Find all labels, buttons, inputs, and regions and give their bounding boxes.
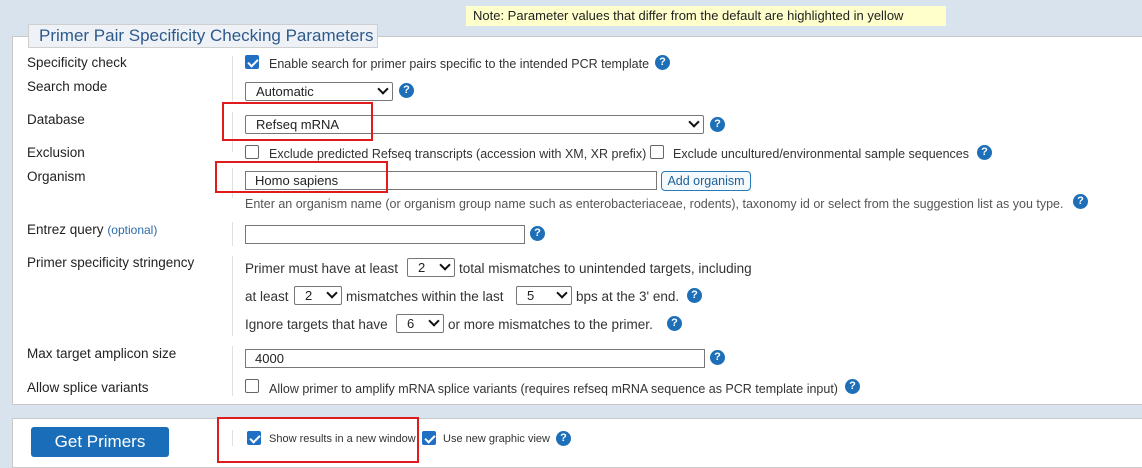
help-icon[interactable]: ?: [845, 379, 860, 394]
help-icon[interactable]: ?: [399, 83, 414, 98]
splice-variants-label: Allow splice variants: [27, 380, 149, 395]
column-divider: [232, 346, 233, 396]
search-mode-value: Automatic: [256, 84, 314, 99]
default-highlight-note: Note: Parameter values that differ from …: [466, 6, 946, 26]
stringency-line1-suffix: total mismatches to unintended targets, …: [459, 261, 752, 276]
chevron-down-icon: [428, 315, 440, 327]
get-primers-button[interactable]: Get Primers: [31, 427, 169, 457]
splice-variants-checkbox[interactable]: [245, 379, 259, 393]
stringency-label: Primer specificity stringency: [27, 255, 195, 270]
stringency-line3-prefix: Ignore targets that have: [245, 317, 388, 332]
stringency-line2-middle: mismatches within the last: [346, 289, 504, 304]
chevron-down-icon: [326, 287, 338, 299]
ignore-targets-select[interactable]: 6: [396, 314, 444, 333]
splice-variants-text: Allow primer to amplify mRNA splice vari…: [269, 382, 838, 396]
database-label: Database: [27, 112, 85, 127]
stringency-line1-prefix: Primer must have at least: [245, 261, 399, 276]
amplicon-size-input[interactable]: 4000: [245, 349, 705, 368]
chevron-down-icon: [439, 259, 451, 271]
entrez-query-label: Entrez query (optional): [27, 222, 157, 237]
total-mismatches-select[interactable]: 2: [407, 258, 455, 277]
exclude-predicted-checkbox[interactable]: [245, 145, 259, 159]
chevron-down-icon: [688, 116, 700, 128]
exclude-uncultured-checkbox[interactable]: [650, 145, 664, 159]
stringency-line2-suffix: bps at the 3' end.: [576, 289, 680, 304]
column-divider: [232, 222, 233, 246]
last-bps-value: 5: [527, 288, 535, 303]
chevron-down-icon: [377, 83, 389, 95]
entrez-query-input[interactable]: [245, 225, 525, 244]
specificity-check-text: Enable search for primer pairs specific …: [269, 57, 650, 71]
help-icon[interactable]: ?: [655, 55, 670, 70]
database-annotation-box: [222, 102, 373, 141]
three-prime-mismatches-select[interactable]: 2: [294, 286, 342, 305]
help-icon[interactable]: ?: [977, 145, 992, 160]
new-window-annotation-box: [217, 417, 419, 463]
ignore-targets-value: 6: [407, 316, 415, 331]
add-organism-button[interactable]: Add organism: [661, 171, 751, 191]
graphic-view-text: Use new graphic view: [443, 433, 550, 445]
action-bar: [12, 418, 1142, 468]
stringency-line3-suffix: or more mismatches to the primer.: [448, 317, 653, 332]
search-mode-label: Search mode: [27, 79, 108, 94]
specificity-check-checkbox[interactable]: [245, 55, 259, 69]
optional-marker: (optional): [107, 223, 158, 237]
three-prime-mismatches-value: 2: [305, 288, 313, 303]
help-icon[interactable]: ?: [1073, 194, 1088, 209]
organism-hint: Enter an organism name (or organism grou…: [245, 197, 1064, 211]
graphic-view-checkbox[interactable]: [422, 431, 436, 445]
column-divider: [232, 256, 233, 336]
chevron-down-icon: [556, 287, 568, 299]
help-icon[interactable]: ?: [530, 226, 545, 241]
exclude-uncultured-text: Exclude uncultured/environmental sample …: [673, 147, 970, 161]
specificity-check-label: Specificity check: [27, 55, 127, 70]
help-icon[interactable]: ?: [667, 316, 682, 331]
panel-title[interactable]: Primer Pair Specificity Checking Paramet…: [28, 24, 378, 48]
total-mismatches-value: 2: [418, 260, 426, 275]
stringency-line2-prefix: at least: [245, 289, 289, 304]
entrez-query-text: Entrez query: [27, 222, 104, 237]
organism-label: Organism: [27, 169, 86, 184]
help-icon[interactable]: ?: [687, 288, 702, 303]
help-icon[interactable]: ?: [710, 117, 725, 132]
help-icon[interactable]: ?: [556, 431, 571, 446]
search-mode-select[interactable]: Automatic: [245, 82, 393, 101]
column-divider: [232, 56, 233, 101]
amplicon-size-label: Max target amplicon size: [27, 346, 177, 361]
exclusion-label: Exclusion: [27, 145, 85, 160]
exclude-predicted-text: Exclude predicted Refseq transcripts (ac…: [269, 147, 647, 161]
help-icon[interactable]: ?: [710, 350, 725, 365]
last-bps-select[interactable]: 5: [516, 286, 572, 305]
organism-annotation-box: [215, 161, 388, 193]
